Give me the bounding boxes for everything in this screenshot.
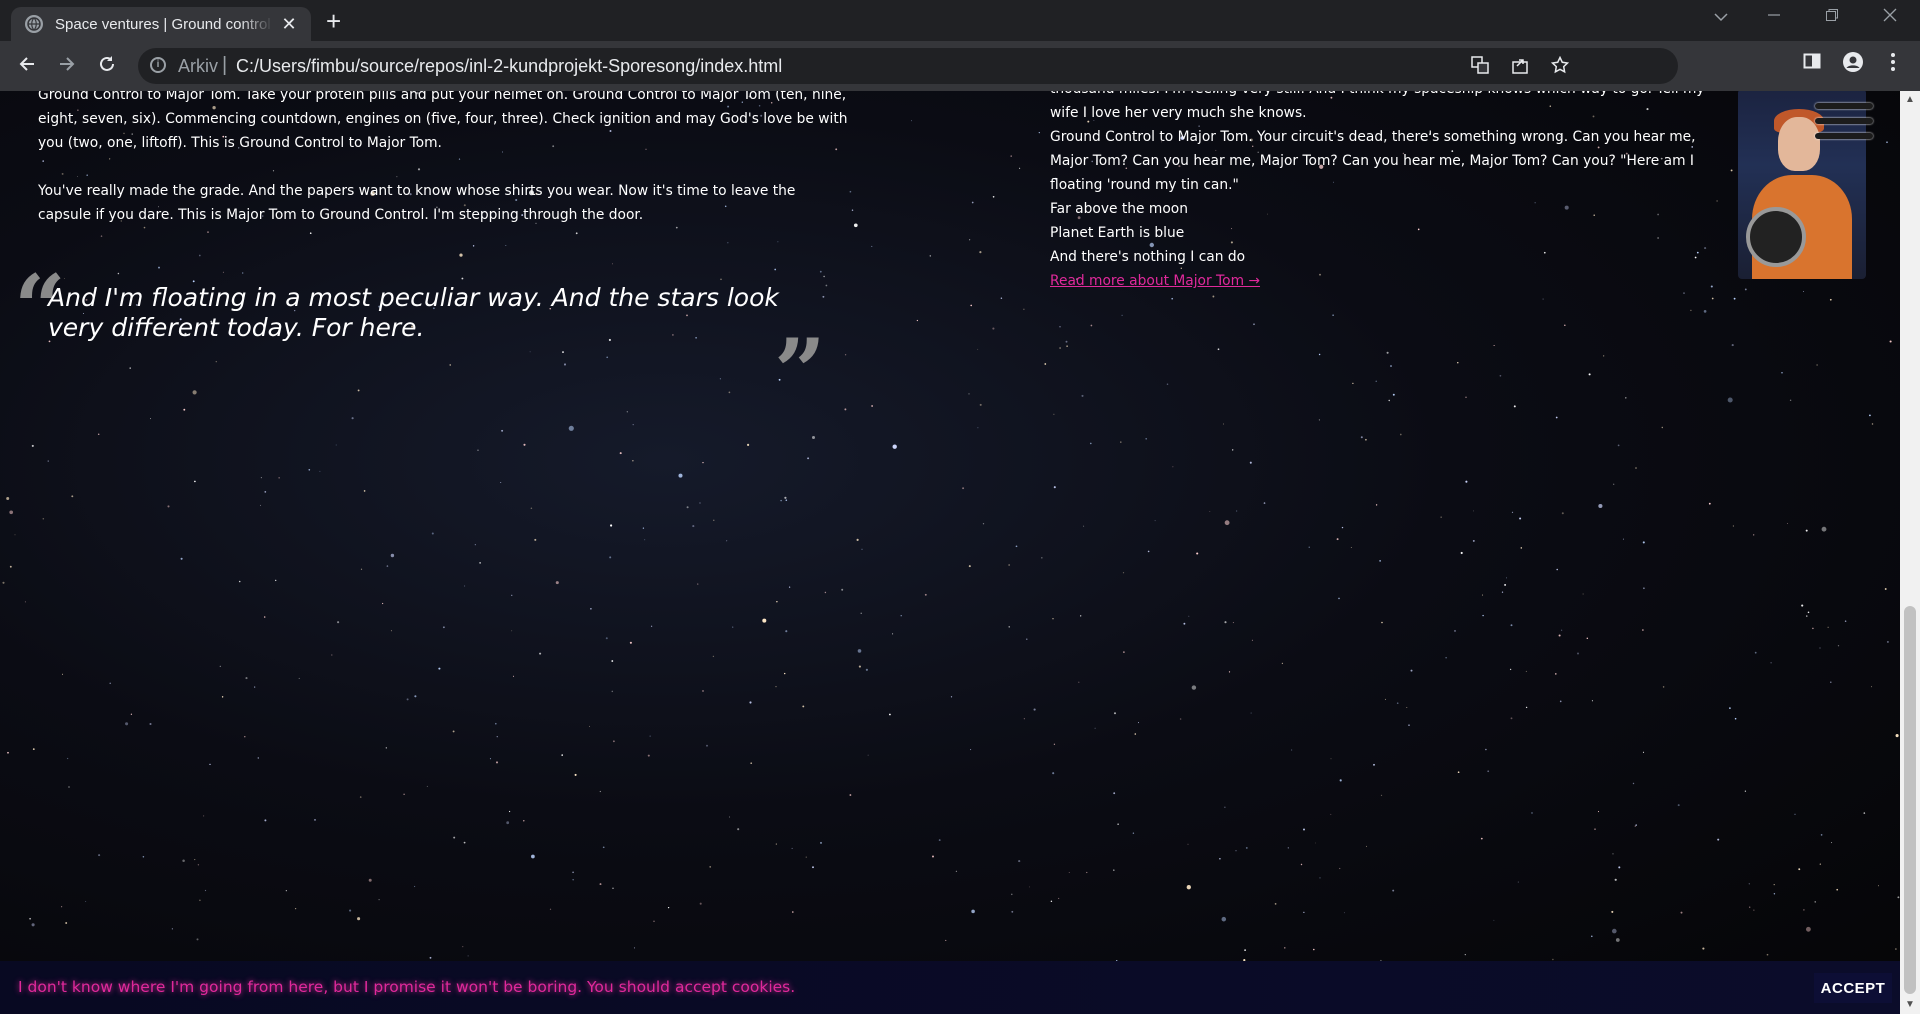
- lyrics-line: Ground Control to Major Tom. Your circui…: [1050, 129, 1696, 193]
- browser-tab[interactable]: Space ventures | Ground control ✕: [11, 7, 311, 41]
- scroll-down-icon[interactable]: ▼: [1900, 996, 1920, 1014]
- window-close-icon[interactable]: [1875, 6, 1905, 27]
- lyrics-line: Far above the moon: [1050, 201, 1188, 217]
- read-more-link[interactable]: Read more about Major Tom →: [1050, 273, 1260, 289]
- scheme-label: Arkiv: [178, 56, 218, 76]
- cookie-banner: I don't know where I'm going from here, …: [0, 961, 1900, 1014]
- side-panel-icon[interactable]: [1797, 52, 1827, 76]
- plus-icon[interactable]: +: [326, 6, 341, 37]
- info-icon[interactable]: i: [150, 57, 166, 73]
- page-scrollbar[interactable]: ▲ ▼: [1900, 91, 1920, 1014]
- profile-icon[interactable]: [1838, 52, 1868, 78]
- lyrics-paragraph: Ground Control to Major Tom. Take your p…: [38, 91, 848, 151]
- star-icon[interactable]: [1548, 55, 1572, 79]
- lyrics-line: thousand miles. I'm feeling very still. …: [1050, 91, 1705, 121]
- back-icon[interactable]: [12, 52, 42, 80]
- close-icon[interactable]: ✕: [279, 14, 299, 35]
- address-bar[interactable]: i Arkiv |: [138, 48, 1678, 84]
- reload-icon[interactable]: [92, 52, 122, 80]
- page-viewport: Ground Control to Major Tom. Take your p…: [0, 91, 1900, 1014]
- lyrics-line: Planet Earth is blue: [1050, 225, 1185, 241]
- share-icon[interactable]: [1508, 56, 1532, 79]
- browser-titlebar: Space ventures | Ground control ✕ +: [0, 0, 1920, 41]
- chevron-down-icon[interactable]: [1706, 6, 1736, 27]
- scrollbar-thumb[interactable]: [1904, 606, 1916, 994]
- lyrics-left-column: Ground Control to Major Tom. Take your p…: [38, 91, 848, 227]
- close-quote-mark: ”: [774, 319, 826, 425]
- lyrics-line: And there's nothing I can do: [1050, 249, 1246, 265]
- globe-icon: [25, 15, 43, 33]
- url-input[interactable]: [236, 54, 1136, 78]
- accept-cookies-button[interactable]: ACCEPT: [1814, 973, 1892, 1003]
- translate-icon[interactable]: [1468, 56, 1492, 79]
- minimize-icon[interactable]: [1759, 6, 1789, 27]
- address-separator: |: [222, 54, 228, 76]
- scroll-up-icon[interactable]: ▲: [1900, 91, 1920, 109]
- cookie-message: I don't know where I'm going from here, …: [18, 978, 796, 996]
- restore-icon[interactable]: [1817, 6, 1847, 27]
- lyrics-paragraph: You've really made the grade. And the pa…: [38, 183, 796, 223]
- quote-text: And I'm floating in a most peculiar way.…: [48, 283, 779, 342]
- forward-icon[interactable]: [52, 52, 82, 80]
- hamburger-menu-icon[interactable]: [1815, 99, 1873, 143]
- blockquote: “ And I'm floating in a most peculiar wa…: [10, 255, 830, 425]
- lyrics-right-column: thousand miles. I'm feeling very still. …: [1050, 91, 1735, 293]
- kebab-menu-icon[interactable]: [1878, 52, 1908, 78]
- tab-title: Space ventures | Ground control: [55, 15, 271, 33]
- browser-toolbar: i Arkiv |: [0, 41, 1920, 91]
